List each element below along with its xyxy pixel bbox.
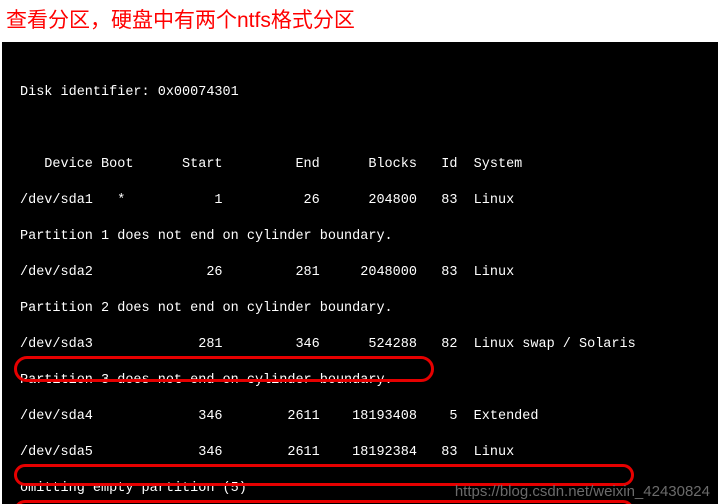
partition-row: /dev/sda2 26 281 2048000 83 Linux: [20, 264, 712, 282]
partition-row: /dev/sda3 281 346 524288 82 Linux swap /…: [20, 336, 712, 354]
partition-table-header: Device Boot Start End Blocks Id System: [20, 156, 712, 174]
blank-line: [20, 120, 712, 138]
annotation-text: 查看分区，硬盘中有两个ntfs格式分区: [0, 0, 720, 42]
partition-warning: Partition 2 does not end on cylinder bou…: [20, 300, 712, 318]
disk-identifier: Disk identifier: 0x00074301: [20, 84, 712, 102]
partition-warning: Partition 3 does not end on cylinder bou…: [20, 372, 712, 390]
watermark-text: https://blog.csdn.net/weixin_42430824: [455, 483, 710, 501]
partition-row: /dev/sda5 346 2611 18192384 83 Linux: [20, 444, 712, 462]
partition-row: /dev/sda4 346 2611 18193408 5 Extended: [20, 408, 712, 426]
partition-warning: Partition 1 does not end on cylinder bou…: [20, 228, 712, 246]
terminal-output: Disk identifier: 0x00074301 Device Boot …: [2, 42, 718, 504]
partition-row: /dev/sda1 * 1 26 204800 83 Linux: [20, 192, 712, 210]
